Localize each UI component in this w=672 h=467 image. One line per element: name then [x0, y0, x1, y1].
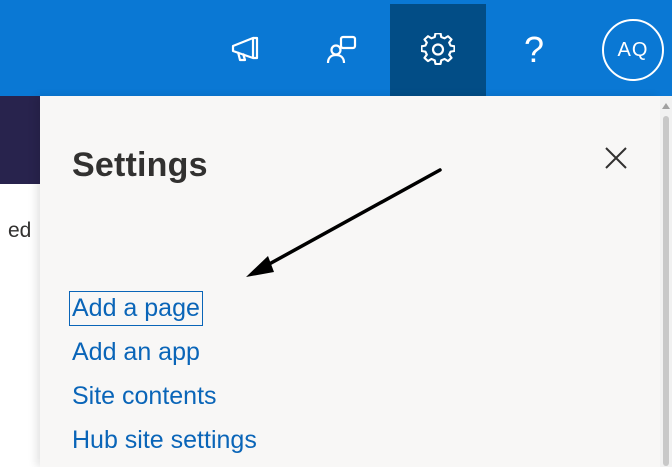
list-item: Add an app	[70, 330, 259, 374]
site-contents-link[interactable]: Site contents	[70, 380, 219, 413]
megaphone-icon	[229, 35, 263, 65]
list-item: Add a page	[69, 286, 259, 330]
settings-button[interactable]	[390, 4, 486, 96]
close-button[interactable]	[600, 144, 632, 176]
settings-links: Add a page Add an app Site contents Hub …	[69, 286, 259, 462]
list-item: Site contents	[70, 374, 259, 418]
help-icon: ?	[523, 29, 545, 70]
panel-scrollbar[interactable]	[660, 96, 672, 467]
close-icon	[604, 146, 628, 175]
site-header	[0, 96, 40, 184]
add-an-app-link[interactable]: Add an app	[70, 336, 202, 369]
page-text-fragment: ed	[8, 219, 32, 242]
megaphone-button[interactable]	[198, 4, 294, 96]
list-item: Hub site settings	[70, 418, 259, 462]
panel-title: Settings	[72, 146, 208, 184]
scroll-up-arrow-icon[interactable]	[660, 100, 672, 112]
account-button[interactable]: AQ	[585, 4, 672, 96]
help-button[interactable]: ?	[486, 4, 582, 96]
add-a-page-link[interactable]: Add a page	[69, 290, 203, 326]
chat-feedback-icon	[325, 34, 359, 66]
hub-site-settings-link[interactable]: Hub site settings	[70, 424, 259, 457]
gear-icon	[421, 33, 455, 67]
avatar: AQ	[602, 19, 664, 81]
suite-navbar: ? AQ	[0, 0, 672, 96]
settings-panel: Settings Add a page Add an app Site cont…	[40, 96, 660, 467]
feedback-button[interactable]	[294, 4, 390, 96]
scroll-thumb[interactable]	[663, 116, 669, 466]
